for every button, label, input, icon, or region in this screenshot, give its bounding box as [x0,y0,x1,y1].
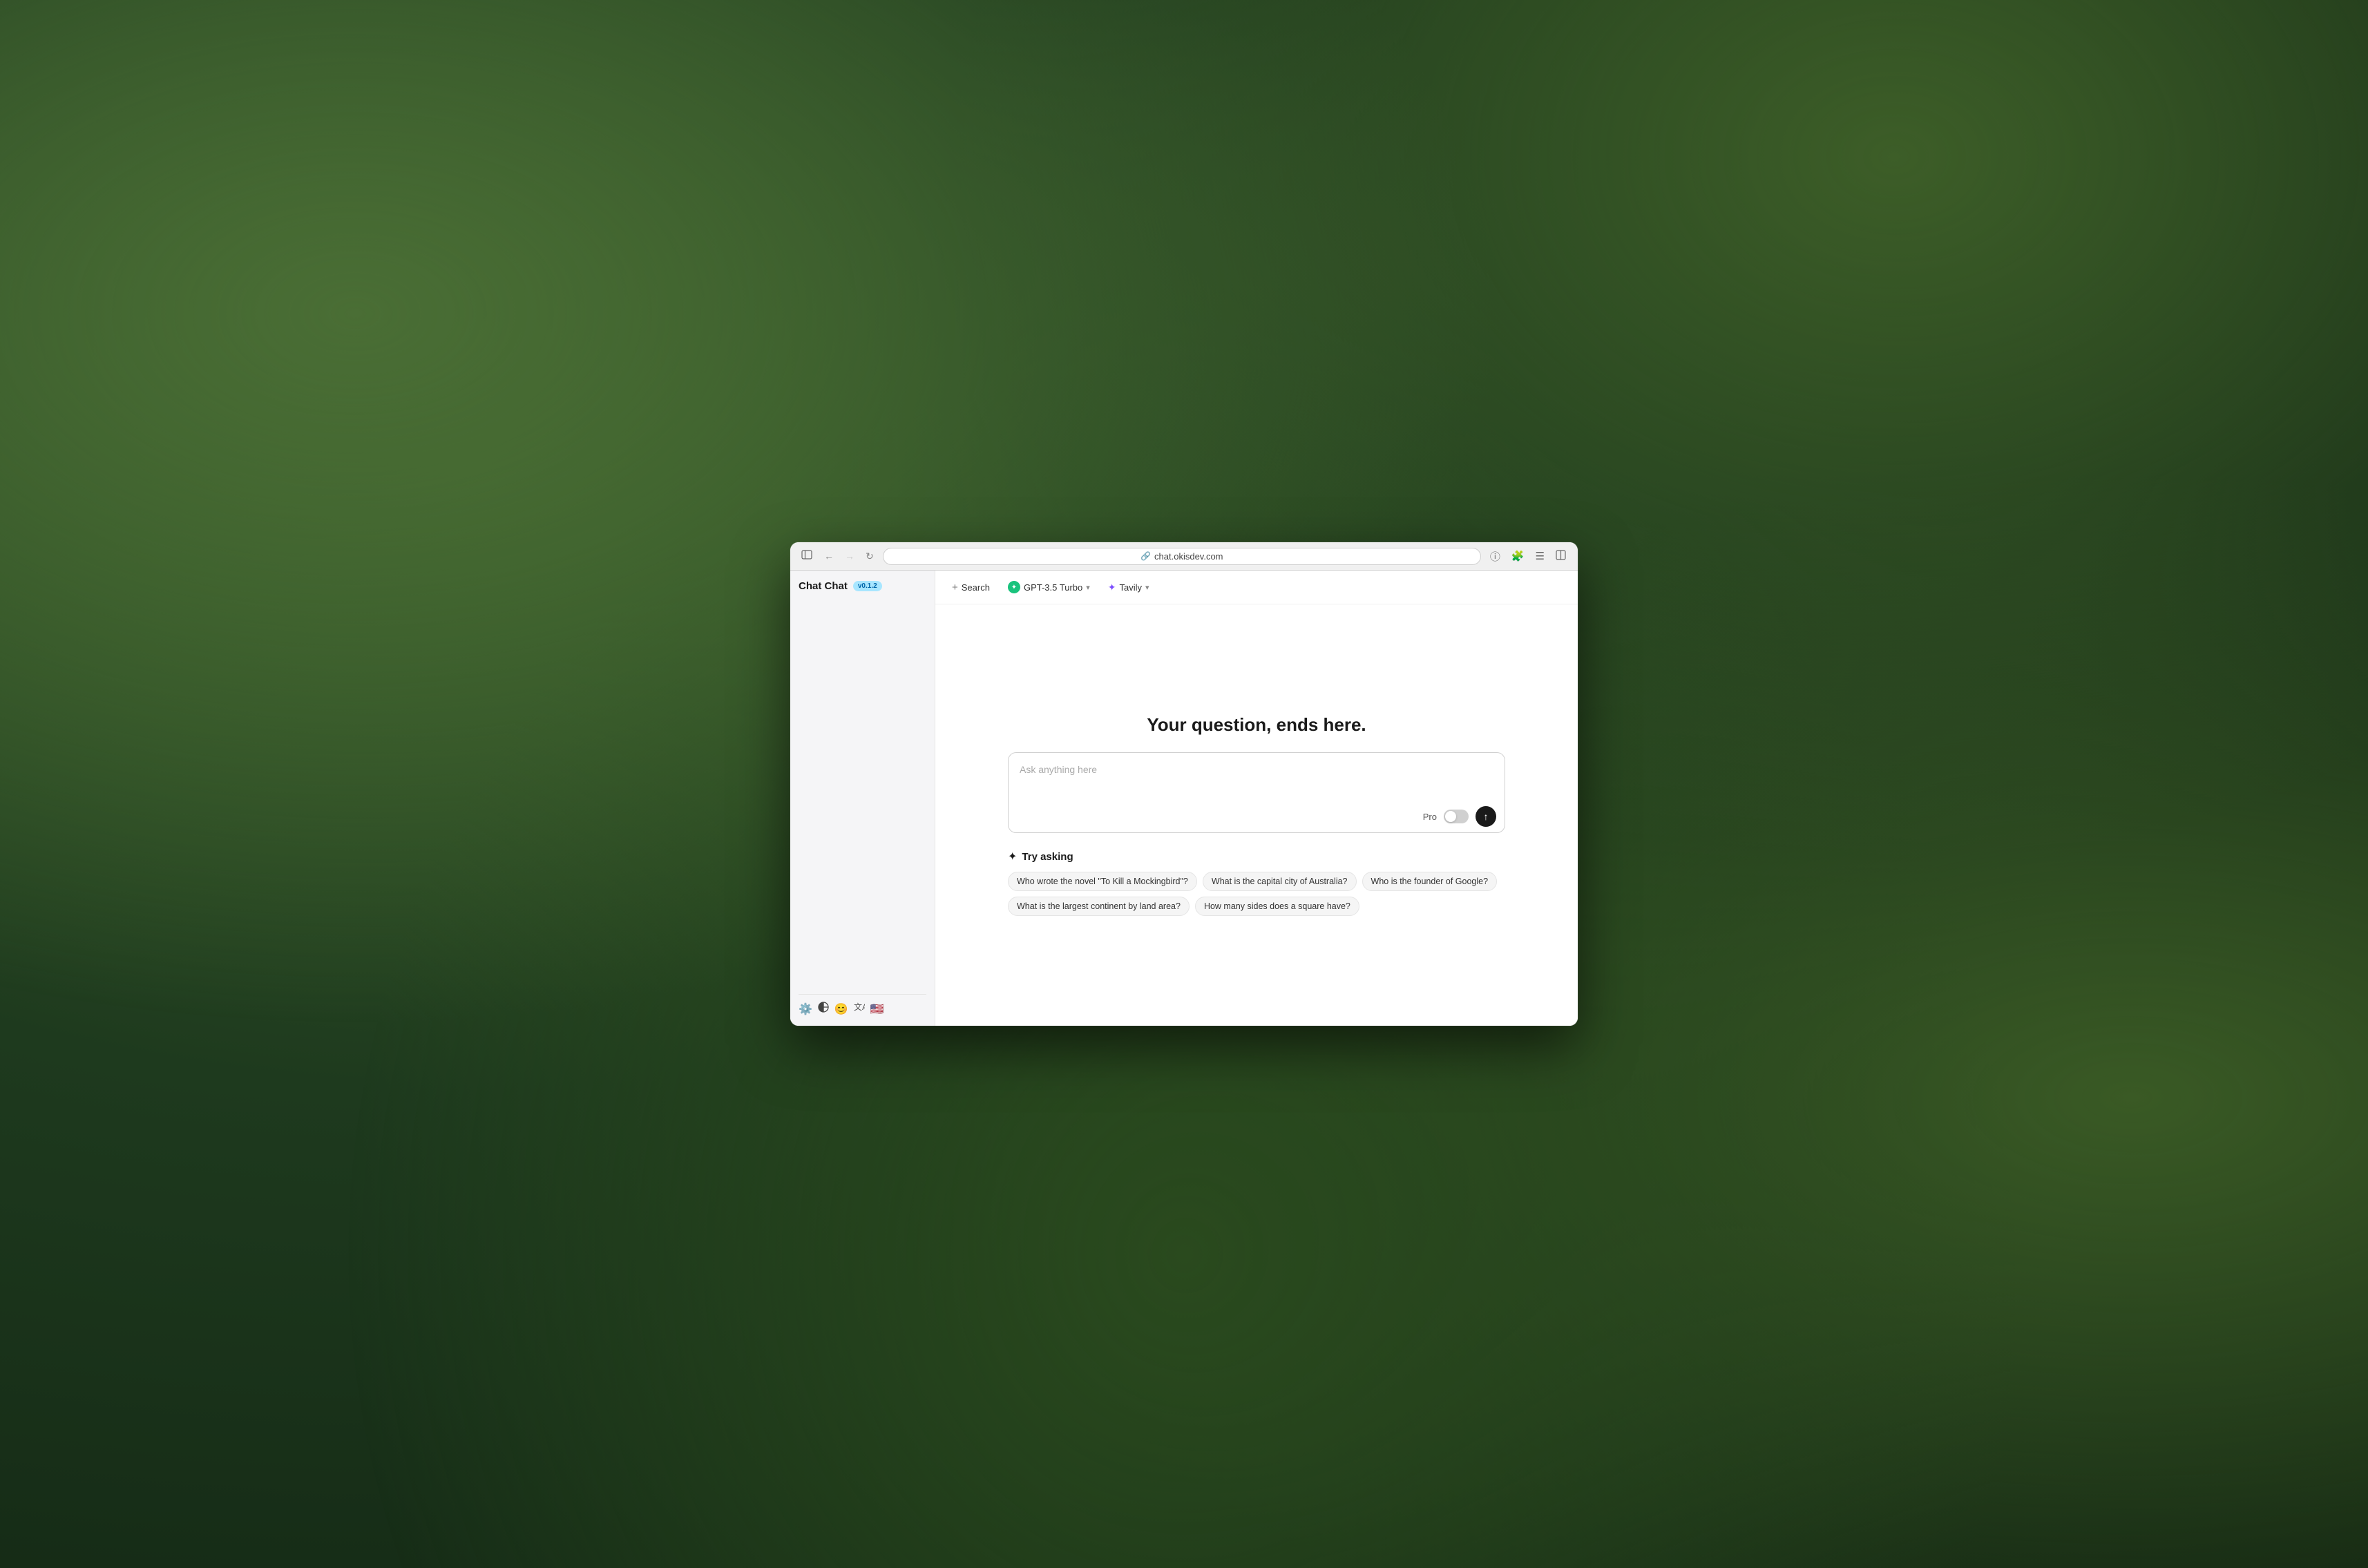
suggestion-chip[interactable]: What is the capital city of Australia? [1203,872,1357,891]
model-chevron-icon: ▾ [1086,583,1090,592]
theme-icon[interactable] [818,1002,829,1016]
pro-label: Pro [1423,812,1437,822]
browser-titlebar: ← → ↻ 🔗 chat.okisdev.com ⓘ 🧩 ☰ [790,542,1578,570]
submit-arrow-icon: ↑ [1484,811,1489,822]
app-content: Chat Chat v0.1.2 ⚙️ 😊 文A [790,571,1578,1026]
sparkle-icon: ✦ [1008,850,1017,863]
submit-button[interactable]: ↑ [1476,806,1496,827]
input-footer: Pro ↑ [1009,801,1505,832]
extension-button[interactable]: 🧩 [1508,548,1528,564]
tavily-selector-button[interactable]: ✦ Tavily ▾ [1102,578,1155,597]
model-label: GPT-3.5 Turbo [1024,582,1082,593]
app-title: Chat Chat [799,580,848,592]
main-heading: Your question, ends here. [1147,714,1366,736]
svg-text:文A: 文A [854,1002,865,1012]
chat-area: Your question, ends here. Pro ↑ ✦ [935,604,1578,1026]
url-lock-icon: 🔗 [1140,551,1151,561]
plus-icon: + [952,582,958,593]
new-search-button[interactable]: + Search [946,578,995,597]
info-button[interactable]: ⓘ [1487,547,1504,566]
translate-icon[interactable]: 文A [854,1002,865,1016]
sidebar-header: Chat Chat v0.1.2 [799,580,926,592]
suggestion-chips: Who wrote the novel "To Kill a Mockingbi… [1008,872,1505,916]
sidebar: Chat Chat v0.1.2 ⚙️ 😊 文A [790,571,935,1026]
settings-icon[interactable]: ⚙️ [799,1002,812,1016]
url-text: chat.okisdev.com [1154,551,1223,562]
gpt-icon: ✦ [1008,581,1020,593]
browser-actions: ⓘ 🧩 ☰ [1487,547,1569,566]
back-button[interactable]: ← [821,549,837,563]
emoji-icon[interactable]: 😊 [834,1002,848,1016]
browser-chrome: ← → ↻ 🔗 chat.okisdev.com ⓘ 🧩 ☰ [790,542,1578,571]
flag-icon[interactable]: 🇺🇸 [870,1002,884,1016]
try-asking-header: ✦ Try asking [1008,850,1505,863]
pro-toggle[interactable] [1444,810,1469,823]
split-view-button[interactable] [1552,548,1569,565]
browser-controls: ← → ↻ [821,549,877,564]
chat-input[interactable] [1009,753,1505,797]
search-label: Search [962,582,990,593]
top-bar: + Search ✦ GPT-3.5 Turbo ▾ ✦ Tavily ▾ [935,571,1578,604]
sidebar-spacer [799,603,926,994]
url-bar[interactable]: 🔗 chat.okisdev.com [883,548,1481,565]
try-asking-section: ✦ Try asking Who wrote the novel "To Kil… [1008,850,1505,916]
suggestion-chip[interactable]: Who is the founder of Google? [1362,872,1498,891]
try-asking-title: Try asking [1022,851,1073,863]
forward-button[interactable]: → [841,549,858,563]
tavily-chevron-icon: ▾ [1145,583,1149,592]
main-area: + Search ✦ GPT-3.5 Turbo ▾ ✦ Tavily ▾ Yo… [935,571,1578,1026]
refresh-button[interactable]: ↻ [862,549,877,564]
suggestion-chip[interactable]: Who wrote the novel "To Kill a Mockingbi… [1008,872,1197,891]
suggestion-chip[interactable]: How many sides does a square have? [1195,897,1359,916]
input-container: Pro ↑ [1008,752,1505,833]
reader-button[interactable]: ☰ [1532,548,1548,564]
sidebar-toggle-button[interactable] [799,548,815,565]
version-badge: v0.1.2 [853,581,882,591]
tavily-label: Tavily [1120,582,1143,593]
browser-window: ← → ↻ 🔗 chat.okisdev.com ⓘ 🧩 ☰ [790,542,1578,1026]
tavily-sparkle-icon: ✦ [1108,582,1116,593]
suggestion-chip[interactable]: What is the largest continent by land ar… [1008,897,1190,916]
sidebar-footer: ⚙️ 😊 文A 🇺🇸 [799,994,926,1016]
model-selector-button[interactable]: ✦ GPT-3.5 Turbo ▾ [1002,577,1096,597]
